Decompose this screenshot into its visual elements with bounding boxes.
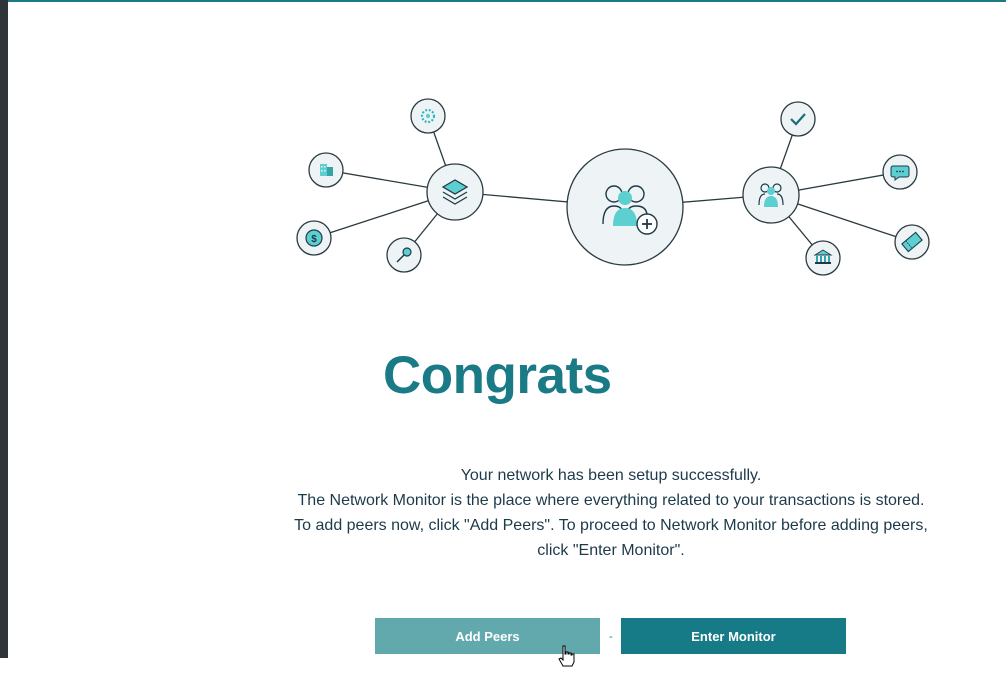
ticket-node bbox=[894, 224, 930, 260]
message-line: To add peers now, click "Add Peers". To … bbox=[294, 517, 928, 534]
page-title: Congrats bbox=[383, 346, 612, 405]
message-line: click "Enter Monitor". bbox=[537, 542, 685, 559]
bank-node bbox=[805, 240, 841, 276]
chat-node bbox=[882, 154, 918, 190]
people-node bbox=[742, 166, 800, 224]
gear-node bbox=[410, 98, 446, 134]
layers-node bbox=[426, 163, 484, 221]
building-node bbox=[308, 152, 344, 188]
button-separator: - bbox=[609, 631, 613, 643]
dollar-coin-icon: $ bbox=[305, 229, 323, 247]
dollar-node: $ bbox=[296, 220, 332, 256]
svg-text:$: $ bbox=[311, 234, 317, 245]
message-line: Your network has been setup successfully… bbox=[460, 467, 762, 484]
center-node bbox=[566, 148, 684, 266]
message-line: The Network Monitor is the place where e… bbox=[297, 492, 925, 509]
success-message: Your network has been setup successfully… bbox=[290, 463, 932, 563]
enter-monitor-button[interactable]: Enter Monitor bbox=[621, 618, 846, 654]
network-illustration: $ bbox=[296, 98, 930, 276]
key-node bbox=[386, 237, 422, 273]
hand-pointer-cursor-icon bbox=[558, 645, 575, 667]
check-node bbox=[780, 101, 816, 137]
